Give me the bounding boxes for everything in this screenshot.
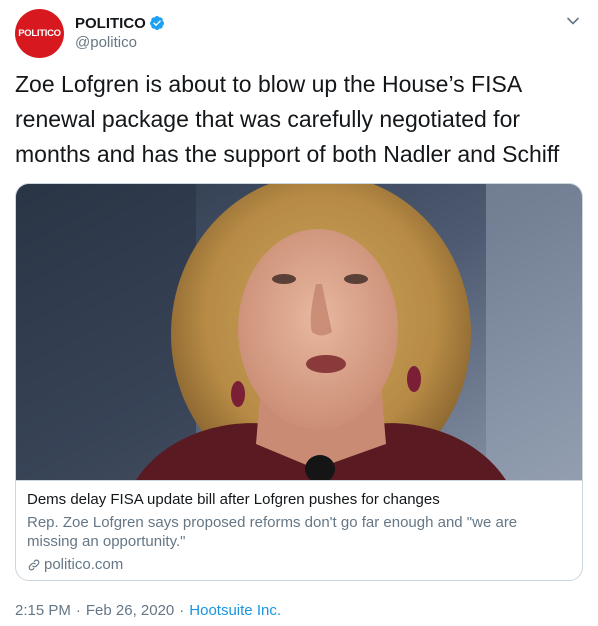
tweet-date[interactable]: Feb 26, 2020 <box>86 602 174 619</box>
card-image[interactable] <box>16 184 582 480</box>
link-icon <box>28 559 40 570</box>
chevron-down-icon[interactable] <box>566 14 580 28</box>
meta-separator: · <box>75 602 81 619</box>
tweet-meta: 2:15 PM · Feb 26, 2020 · Hootsuite Inc. <box>15 602 281 619</box>
card-domain-text: politico.com <box>44 556 124 573</box>
tweet-source-link[interactable]: Hootsuite Inc. <box>189 602 281 619</box>
meta-separator-2: · <box>179 602 185 619</box>
tweet: POLITICO POLITICO @politico Zoe Lofgren … <box>0 0 598 626</box>
card-title[interactable]: Dems delay FISA update bill after Lofgre… <box>27 490 571 509</box>
card-description: Rep. Zoe Lofgren says proposed reforms d… <box>27 514 518 550</box>
author-name[interactable]: POLITICO <box>75 15 146 32</box>
tweet-time[interactable]: 2:15 PM <box>15 602 71 619</box>
link-card[interactable]: Dems delay FISA update bill after Lofgre… <box>15 183 583 581</box>
verified-badge-icon <box>149 16 164 30</box>
card-body[interactable]: Dems delay FISA update bill after Lofgre… <box>16 480 582 580</box>
author-name-row[interactable]: POLITICO <box>75 13 165 33</box>
card-domain[interactable]: politico.com <box>27 555 571 574</box>
author-handle[interactable]: @politico <box>75 34 137 51</box>
avatar[interactable]: POLITICO <box>15 9 64 58</box>
tweet-text: Zoe Lofgren is about to blow up the Hous… <box>15 71 560 167</box>
avatar-logo-text: POLITICO <box>18 28 61 39</box>
